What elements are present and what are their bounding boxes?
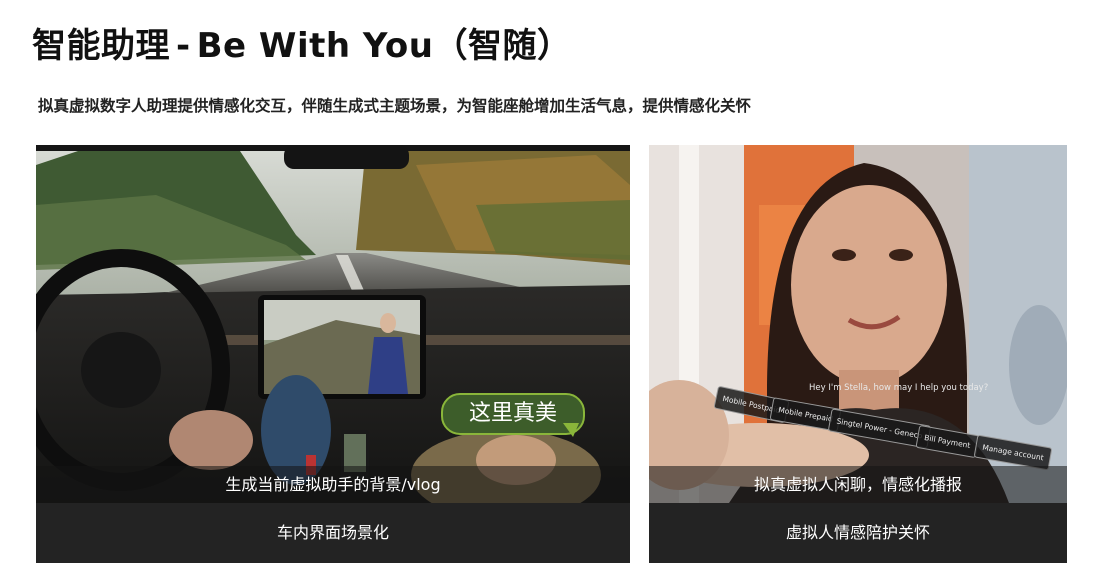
card-caption-avatar: 虚拟人情感陪护关怀 bbox=[649, 503, 1067, 563]
title-paren: （智随） bbox=[433, 26, 572, 66]
title-separator: - bbox=[176, 26, 191, 66]
overlay-caption-avatar: 拟真虚拟人闲聊，情感化播报 bbox=[649, 466, 1067, 504]
assistant-greeting: Hey I'm Stella, how may I help you today… bbox=[809, 383, 989, 393]
overlay-caption-cabin: 生成当前虚拟助手的背景/vlog bbox=[36, 466, 630, 504]
scene-card-cabin: 这里真美 生成当前虚拟助手的背景/vlog 车内界面场景化 bbox=[36, 145, 630, 563]
page-subtitle: 拟真虚拟数字人助理提供情感化交互，伴随生成式主题场景，为智能座舱增加生活气息，提… bbox=[38, 97, 752, 115]
title-cn: 智能助理 bbox=[32, 26, 170, 66]
title-en: Be With You bbox=[196, 26, 434, 66]
car-cabin-image bbox=[36, 145, 630, 503]
speech-bubble-tail bbox=[563, 423, 579, 437]
scene-card-avatar: Hey I'm Stella, how may I help you today… bbox=[649, 145, 1067, 563]
page-title: 智能助理 - Be With You（智随） bbox=[32, 18, 571, 67]
card-caption-cabin: 车内界面场景化 bbox=[36, 503, 630, 563]
